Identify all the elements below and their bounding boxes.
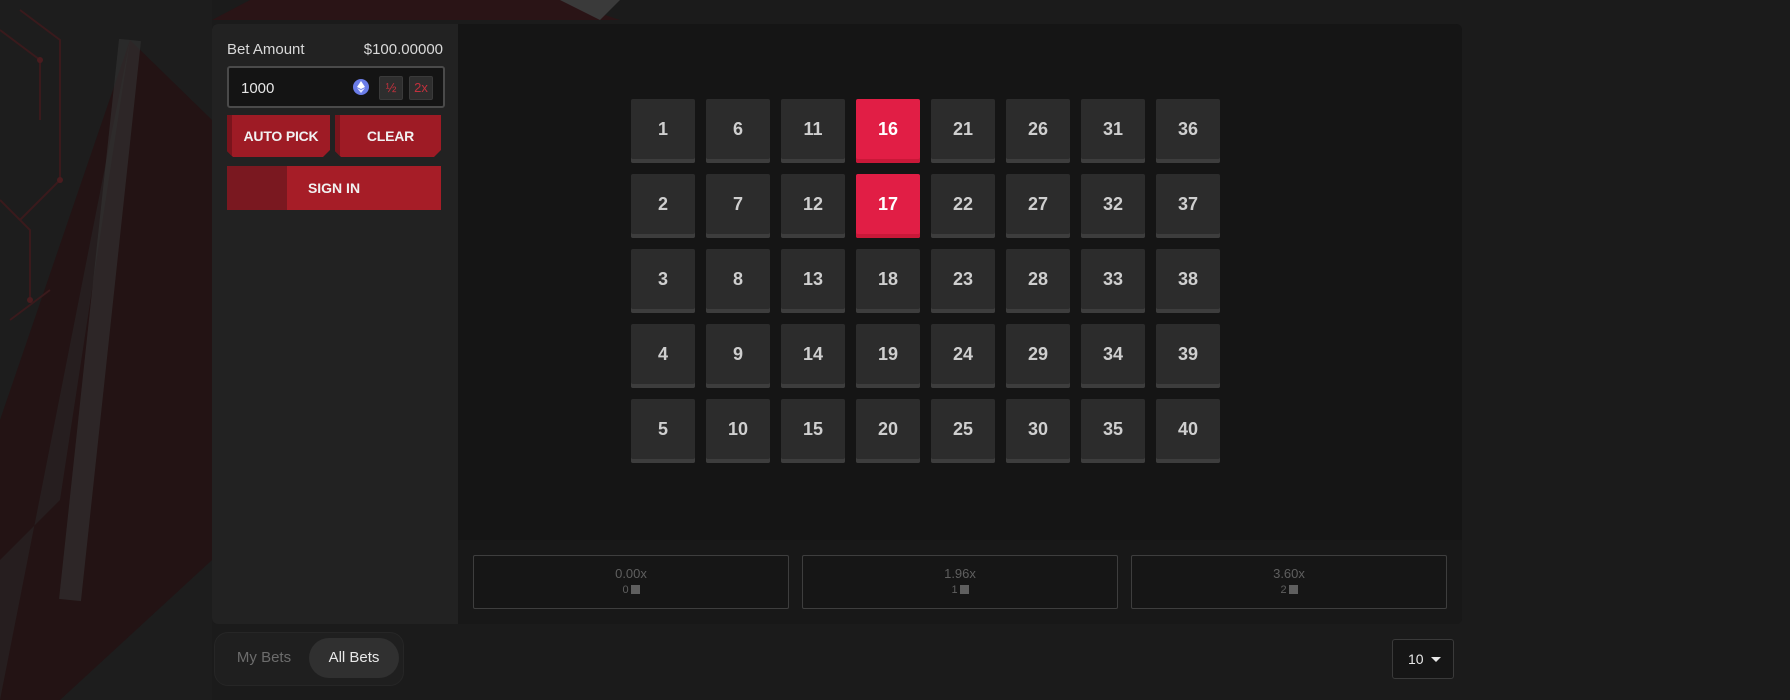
payout-hits-value: 0 [622,584,629,596]
keno-tile[interactable]: 14 [781,324,845,388]
keno-board: 1 2 3 4 5 6 7 8 9 10 11 12 13 14 15 16 17 18 19 20 21 22 23 24 2… [458,24,1462,540]
payout-multiplier: 0.00x [615,566,647,581]
auto-pick-button[interactable]: AUTO PICK [227,115,330,157]
keno-tile[interactable]: 4 [631,324,695,388]
keno-tile[interactable]: 37 [1156,174,1220,238]
payout-box: 1.96x 1 [802,555,1118,609]
keno-tile[interactable]: 20 [856,399,920,463]
chevron-down-icon [1431,657,1441,662]
payout-hits-value: 1 [951,584,958,596]
double-bet-button[interactable]: 2x [409,76,433,100]
keno-tile[interactable]: 10 [706,399,770,463]
bet-amount-input[interactable] [229,68,353,108]
bet-amount-label: Bet Amount [227,41,305,58]
keno-tile[interactable]: 38 [1156,249,1220,313]
keno-tile[interactable]: 29 [1006,324,1070,388]
keno-tile[interactable]: 34 [1081,324,1145,388]
keno-tile[interactable]: 6 [706,99,770,163]
keno-tile[interactable]: 35 [1081,399,1145,463]
keno-tile[interactable]: 36 [1156,99,1220,163]
square-gem-icon [959,585,969,594]
keno-tile[interactable]: 32 [1081,174,1145,238]
keno-tile[interactable]: 18 [856,249,920,313]
payout-box: 0.00x 0 [473,555,789,609]
keno-tile[interactable]: 39 [1156,324,1220,388]
keno-tile[interactable]: 11 [781,99,845,163]
clear-label: CLEAR [366,128,415,144]
keno-tile[interactable]: 25 [931,399,995,463]
tab-my-bets[interactable]: My Bets [221,638,307,678]
keno-tile[interactable]: 5 [631,399,695,463]
bet-amount-row: Bet Amount $100.00000 [227,41,443,59]
sign-in-accent [227,166,287,210]
payout-hits: 1 [803,584,1117,596]
keno-tile[interactable]: 33 [1081,249,1145,313]
keno-tile[interactable]: 19 [856,324,920,388]
keno-tile[interactable]: 13 [781,249,845,313]
keno-tile[interactable]: 3 [631,249,695,313]
sign-in-button[interactable]: SIGN IN [227,166,441,210]
keno-tile[interactable]: 2 [631,174,695,238]
keno-tile[interactable]: 21 [931,99,995,163]
square-gem-icon [630,585,640,594]
balance-value: $100.00000 [363,41,443,58]
auto-pick-label: AUTO PICK [243,128,319,144]
keno-tile[interactable]: 24 [931,324,995,388]
keno-tile[interactable]: 15 [781,399,845,463]
square-gem-icon [1288,585,1298,594]
page-size-value: 10 [1408,651,1424,667]
page-size-select[interactable]: 10 [1392,639,1454,679]
clear-button[interactable]: CLEAR [335,115,441,157]
keno-tile[interactable]: 40 [1156,399,1220,463]
payout-bar: 0.00x 0 1.96x 1 3.60x 2 [458,540,1462,624]
keno-tile[interactable]: 27 [1006,174,1070,238]
keno-tile[interactable]: 9 [706,324,770,388]
keno-tile[interactable]: 30 [1006,399,1070,463]
payout-multiplier: 3.60x [1273,566,1305,581]
keno-game-panel: Bet Amount $100.00000 ½ 2x AUTO PICK CLE… [212,24,1462,624]
payout-hits: 0 [474,584,788,596]
half-bet-button[interactable]: ½ [379,76,403,100]
keno-tile[interactable]: 16 [856,99,920,163]
keno-tile[interactable]: 28 [1006,249,1070,313]
bet-input-container: ½ 2x [227,66,445,108]
keno-tile[interactable]: 22 [931,174,995,238]
keno-tile[interactable]: 23 [931,249,995,313]
eth-coin-icon [353,79,369,95]
payout-box: 3.60x 2 [1131,555,1447,609]
bets-tab-toggle: My Bets All Bets [214,632,404,686]
payout-hits: 2 [1132,584,1446,596]
keno-tile[interactable]: 31 [1081,99,1145,163]
keno-tile[interactable]: 12 [781,174,845,238]
keno-tile[interactable]: 1 [631,99,695,163]
keno-tile[interactable]: 7 [706,174,770,238]
payout-multiplier: 1.96x [944,566,976,581]
tab-all-bets[interactable]: All Bets [309,638,399,678]
payout-hits-value: 2 [1280,584,1287,596]
sign-in-label: SIGN IN [307,180,361,196]
keno-tile[interactable]: 26 [1006,99,1070,163]
bet-sidebar: Bet Amount $100.00000 ½ 2x AUTO PICK CLE… [212,24,458,624]
keno-tile[interactable]: 17 [856,174,920,238]
keno-tile[interactable]: 8 [706,249,770,313]
